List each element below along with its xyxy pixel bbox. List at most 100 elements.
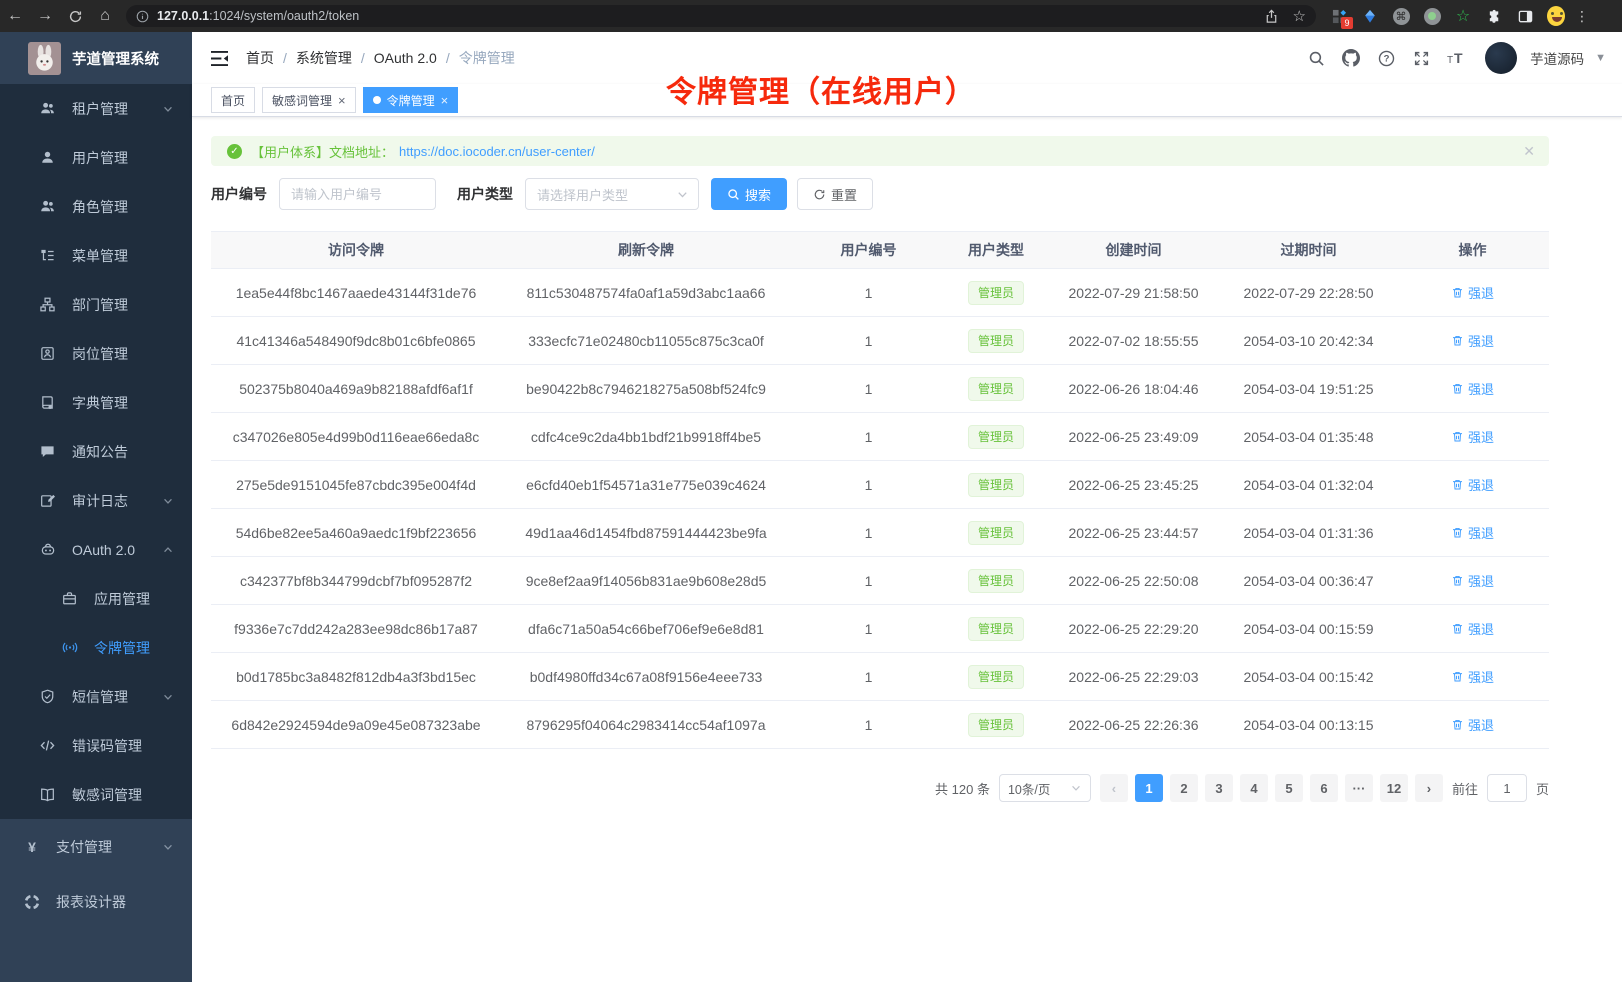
tab-敏感词管理[interactable]: 敏感词管理× — [262, 87, 356, 113]
tab-close-icon[interactable]: × — [338, 94, 346, 107]
fullscreen-icon[interactable] — [1409, 46, 1433, 70]
extension-grid-icon[interactable]: 9 — [1330, 7, 1348, 25]
column-header: 过期时间 — [1221, 232, 1396, 269]
token-table: 访问令牌刷新令牌用户编号用户类型创建时间过期时间操作 1ea5e44f8bc14… — [211, 231, 1549, 749]
search-button[interactable]: 搜索 — [711, 178, 787, 210]
refresh-token-cell: 333ecfc71e02480cb11055c875c3ca0f — [501, 317, 791, 365]
site-info-icon[interactable] — [136, 10, 149, 23]
chevron-down-icon — [162, 495, 174, 507]
prev-page-button[interactable]: ‹ — [1100, 774, 1128, 802]
header-search-icon[interactable] — [1304, 46, 1328, 70]
table-row: 502375b8040a469a9b82188afdf6af1fbe90422b… — [211, 365, 1549, 413]
sidebar-item-app[interactable]: 应用管理 — [0, 574, 192, 623]
table-body: 1ea5e44f8bc1467aaede43144f31de76811c5304… — [211, 269, 1549, 749]
force-logout-button[interactable]: 强退 — [1451, 523, 1494, 542]
sidebar-item-sms[interactable]: 短信管理 — [0, 672, 192, 721]
user-id-input[interactable] — [279, 178, 436, 210]
sidebar-item-token[interactable]: 令牌管理 — [0, 623, 192, 672]
browser-refresh-button[interactable] — [60, 0, 90, 32]
extension-record-icon[interactable] — [1423, 7, 1441, 25]
more-pages-button[interactable]: ··· — [1345, 774, 1373, 802]
tab-首页[interactable]: 首页 — [211, 87, 255, 113]
reset-button[interactable]: 重置 — [797, 178, 873, 210]
app-logo[interactable]: 芋道管理系统 — [0, 32, 192, 84]
tags-view-bar: 首页敏感词管理× 令牌管理× — [192, 84, 1622, 117]
sidebar-collapse-icon[interactable] — [210, 50, 229, 67]
tab-令牌管理[interactable]: 令牌管理× — [363, 87, 459, 113]
pagination: 共 120 条 10条/页 ‹123456···12› 前往 页 — [211, 774, 1549, 842]
caret-down-icon[interactable]: ▼ — [1595, 52, 1606, 64]
browser-profile-avatar[interactable] — [1547, 7, 1565, 25]
sidebar-item-oauth[interactable]: OAuth 2.0 — [0, 525, 192, 574]
extensions-puzzle-icon[interactable] — [1485, 7, 1503, 25]
page-button-2[interactable]: 2 — [1170, 774, 1198, 802]
github-icon[interactable] — [1339, 46, 1363, 70]
sidebar-item-pay[interactable]: ¥支付管理 — [0, 819, 192, 874]
page-button-5[interactable]: 5 — [1275, 774, 1303, 802]
browser-menu-icon[interactable]: ⋮ — [1575, 8, 1589, 25]
sidebar-item-post[interactable]: 岗位管理 — [0, 329, 192, 378]
goto-page-input[interactable] — [1487, 774, 1527, 802]
user-type-select[interactable]: 请选择用户类型 — [525, 178, 699, 210]
sidebar-item-user[interactable]: 用户管理 — [0, 133, 192, 182]
breadcrumb-item[interactable]: 系统管理 — [296, 48, 352, 68]
tenant-icon — [40, 101, 56, 116]
side-panel-icon[interactable] — [1516, 7, 1534, 25]
next-page-button[interactable]: › — [1415, 774, 1443, 802]
force-logout-button[interactable]: 强退 — [1451, 427, 1494, 446]
sidebar-item-dept[interactable]: 部门管理 — [0, 280, 192, 329]
force-logout-label: 强退 — [1468, 331, 1494, 350]
force-logout-button[interactable]: 强退 — [1451, 667, 1494, 686]
column-header: 操作 — [1396, 232, 1549, 269]
browser-back-button[interactable]: ← — [0, 0, 30, 32]
browser-forward-button[interactable]: → — [30, 0, 60, 32]
help-icon[interactable]: ? — [1374, 46, 1398, 70]
expire-time-cell: 2054-03-04 00:15:42 — [1221, 653, 1396, 701]
extension-kite-icon[interactable] — [1361, 7, 1379, 25]
user-avatar[interactable] — [1485, 42, 1517, 74]
bookmark-star-icon[interactable]: ☆ — [1293, 7, 1306, 25]
force-logout-button[interactable]: 强退 — [1451, 331, 1494, 350]
sidebar-item-report[interactable]: 报表设计器 — [0, 874, 192, 929]
access-token-cell: 6d842e2924594de9a09e45e087323abe — [211, 701, 501, 749]
tab-close-icon[interactable]: × — [441, 94, 449, 107]
force-logout-button[interactable]: 强退 — [1451, 715, 1494, 734]
share-icon[interactable] — [1264, 9, 1279, 24]
sidebar-item-errcode[interactable]: 错误码管理 — [0, 721, 192, 770]
force-logout-button[interactable]: 强退 — [1451, 571, 1494, 590]
force-logout-button[interactable]: 强退 — [1451, 475, 1494, 494]
trash-icon — [1451, 718, 1464, 731]
action-cell: 强退 — [1396, 269, 1549, 317]
sidebar-item-menu[interactable]: 菜单管理 — [0, 231, 192, 280]
page-button-3[interactable]: 3 — [1205, 774, 1233, 802]
extension-star-icon[interactable]: ☆ — [1454, 7, 1472, 25]
alert-doc-link[interactable]: https://doc.iocoder.cn/user-center/ — [399, 144, 595, 159]
address-bar[interactable]: 127.0.0.1:1024/system/oauth2/token ☆ — [126, 5, 1316, 27]
page-button-6[interactable]: 6 — [1310, 774, 1338, 802]
page-button-1[interactable]: 1 — [1135, 774, 1163, 802]
sidebar-item-sensitive[interactable]: 敏感词管理 — [0, 770, 192, 819]
force-logout-button[interactable]: 强退 — [1451, 283, 1494, 302]
sensitive-icon — [40, 787, 56, 802]
sidebar-item-dict[interactable]: 字典管理 — [0, 378, 192, 427]
font-size-icon[interactable]: TT — [1444, 46, 1468, 70]
trash-icon — [1451, 574, 1464, 587]
browser-home-button[interactable]: ⌂ — [90, 0, 120, 32]
page-size-select[interactable]: 10条/页 — [999, 774, 1091, 802]
sidebar-item-tenant[interactable]: 租户管理 — [0, 84, 192, 133]
url-path: :1024/system/oauth2/token — [209, 9, 359, 23]
sidebar-item-role[interactable]: 角色管理 — [0, 182, 192, 231]
breadcrumb-item[interactable]: 首页 — [246, 48, 274, 68]
alert-close-icon[interactable]: ✕ — [1523, 143, 1535, 160]
sidebar-item-audit[interactable]: 审计日志 — [0, 476, 192, 525]
extension-command-icon[interactable]: ⌘ — [1392, 7, 1410, 25]
sidebar-item-notice[interactable]: 通知公告 — [0, 427, 192, 476]
page-button-12[interactable]: 12 — [1380, 774, 1408, 802]
chevron-down-icon — [1070, 782, 1082, 794]
breadcrumb-item[interactable]: OAuth 2.0 — [374, 50, 437, 66]
user-id-cell: 1 — [791, 509, 946, 557]
page-button-4[interactable]: 4 — [1240, 774, 1268, 802]
force-logout-button[interactable]: 强退 — [1451, 619, 1494, 638]
user-name[interactable]: 芋道源码 — [1530, 48, 1584, 68]
force-logout-button[interactable]: 强退 — [1451, 379, 1494, 398]
